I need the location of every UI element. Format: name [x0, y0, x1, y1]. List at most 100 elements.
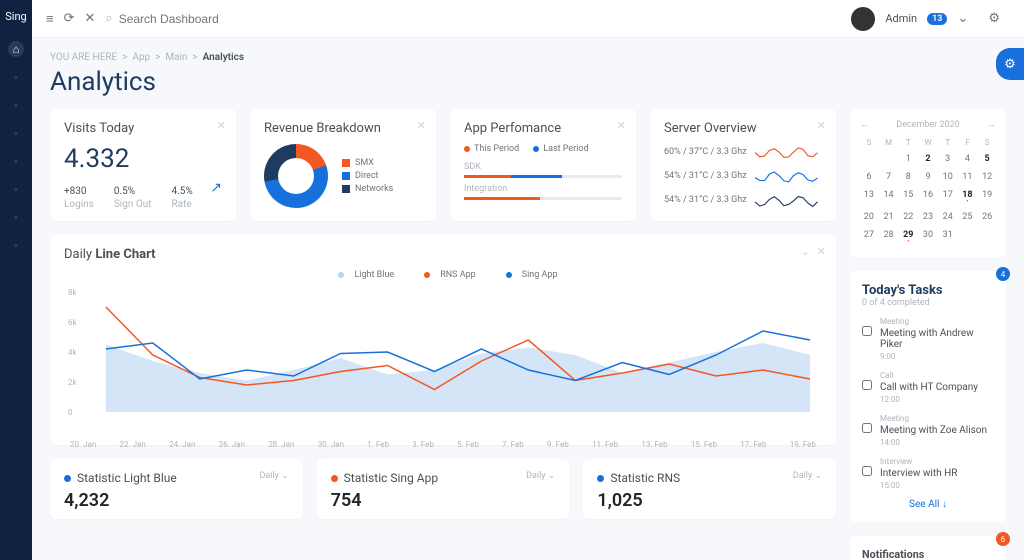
- nav-send-icon[interactable]: ◦: [8, 209, 24, 225]
- cal-day[interactable]: 22: [899, 209, 917, 225]
- notif-badge: 6: [996, 532, 1010, 546]
- cal-day[interactable]: 26: [978, 209, 996, 225]
- avatar[interactable]: [851, 7, 875, 31]
- search-input[interactable]: [119, 12, 319, 26]
- breadcrumb: YOU ARE HERE > App > Main > Analytics: [50, 52, 1006, 63]
- logo: Sing: [5, 10, 26, 23]
- visits-value: 4.332: [64, 144, 222, 174]
- close-icon[interactable]: ✕: [617, 119, 626, 132]
- period-select[interactable]: Daily ⌄: [526, 471, 555, 481]
- card-tasks: 4 Today's Tasks 0 of 4 completed Meeting…: [850, 271, 1006, 522]
- cal-day[interactable]: [880, 151, 898, 167]
- svg-text:8k: 8k: [68, 288, 77, 297]
- cal-day[interactable]: 19: [978, 187, 996, 207]
- cal-day[interactable]: 11: [959, 169, 977, 185]
- cal-day[interactable]: [959, 227, 977, 247]
- close-icon[interactable]: ✕: [217, 119, 226, 132]
- chevron-down-icon[interactable]: ⌄: [957, 11, 968, 26]
- cal-day[interactable]: 24: [939, 209, 957, 225]
- cal-day[interactable]: [860, 151, 878, 167]
- cal-day[interactable]: 31: [939, 227, 957, 247]
- nav-group-icon[interactable]: ◦: [8, 97, 24, 113]
- page-title: Analytics: [50, 67, 1006, 97]
- cal-day[interactable]: 29: [899, 227, 917, 247]
- user-badge: 13: [927, 13, 947, 25]
- cal-day[interactable]: 15: [899, 187, 917, 207]
- close-icon[interactable]: ✕: [85, 11, 96, 26]
- menu-icon[interactable]: ≡: [46, 11, 54, 27]
- cal-day[interactable]: 1: [899, 151, 917, 167]
- cal-day[interactable]: 12: [978, 169, 996, 185]
- stat-card: Daily ⌄Statistic Light Blue4,232: [50, 459, 303, 519]
- cal-day[interactable]: 4: [959, 151, 977, 167]
- cal-day[interactable]: 8: [899, 169, 917, 185]
- svg-text:6k: 6k: [68, 318, 77, 327]
- task-checkbox[interactable]: [862, 326, 872, 336]
- cal-day[interactable]: 14: [880, 187, 898, 207]
- svg-text:4k: 4k: [68, 348, 77, 357]
- cal-day[interactable]: 23: [919, 209, 937, 225]
- cal-day[interactable]: 13: [860, 187, 878, 207]
- card-linechart: ⌄ ✕ Daily Daily Line ChartLine Chart Lig…: [50, 235, 836, 445]
- arrow-icon[interactable]: ↗: [210, 180, 222, 196]
- cal-day[interactable]: 21: [880, 209, 898, 225]
- card-performance: ✕ App Perfomance This PeriodLast Period …: [450, 109, 636, 221]
- close-icon[interactable]: ✕: [417, 119, 426, 132]
- collapse-icon[interactable]: ⌄: [801, 245, 810, 258]
- close-icon[interactable]: ✕: [817, 245, 826, 258]
- tasks-badge: 4: [996, 267, 1010, 281]
- task-checkbox[interactable]: [862, 466, 872, 476]
- cal-day[interactable]: 5: [978, 151, 996, 167]
- cal-day[interactable]: 25: [959, 209, 977, 225]
- cal-day[interactable]: 16: [919, 187, 937, 207]
- nav-ecommerce-icon[interactable]: ◦: [8, 125, 24, 141]
- cal-day[interactable]: 17: [939, 187, 957, 207]
- task-checkbox[interactable]: [862, 380, 872, 390]
- cal-day[interactable]: 28: [880, 227, 898, 247]
- topbar: ≡ ⟳ ✕ ⌕ Admin 13 ⌄ ⚙: [32, 0, 1024, 38]
- sidebar: Sing ⌂ ◦ ◦ ◦ ◦ ◦ ◦ ◦: [0, 0, 32, 560]
- cal-day[interactable]: 10: [939, 169, 957, 185]
- stat-card: Daily ⌄Statistic RNS1,025: [583, 459, 836, 519]
- cal-next-icon[interactable]: →: [987, 119, 996, 130]
- card-revenue: ✕ Revenue Breakdown SMXDirectNetworks: [250, 109, 436, 221]
- cal-day[interactable]: 9: [919, 169, 937, 185]
- task-item: MeetingMeeting with Zoe Alison14:00: [862, 413, 994, 448]
- search-icon: ⌕: [105, 11, 112, 26]
- search-box: ⌕: [105, 11, 851, 26]
- close-icon[interactable]: ✕: [817, 119, 826, 132]
- cal-day[interactable]: 3: [939, 151, 957, 167]
- see-all-link[interactable]: See All ↓: [862, 499, 994, 510]
- cal-day[interactable]: 30: [919, 227, 937, 247]
- cal-day[interactable]: [978, 227, 996, 247]
- stat-card: Daily ⌄Statistic Sing App754: [317, 459, 570, 519]
- svg-text:2k: 2k: [68, 378, 77, 387]
- settings-icon[interactable]: ⚙: [988, 11, 1000, 26]
- nav-doc-icon[interactable]: ◦: [8, 237, 24, 253]
- task-item: MeetingMeeting with Andrew Piker9:00: [862, 316, 994, 362]
- nav-user-icon[interactable]: ◦: [8, 69, 24, 85]
- nav-list-icon[interactable]: ◦: [8, 181, 24, 197]
- nav-gem-icon[interactable]: ◦: [8, 153, 24, 169]
- task-item: CallCall with HT Company12:00: [862, 370, 994, 405]
- cal-month: December 2020: [896, 120, 959, 130]
- period-select[interactable]: Daily ⌄: [259, 471, 288, 481]
- calendar: ← December 2020 → SMTWTFS123456789101112…: [850, 109, 1006, 257]
- cal-day[interactable]: 27: [860, 227, 878, 247]
- cal-day[interactable]: 18: [959, 187, 977, 207]
- cal-day[interactable]: 7: [880, 169, 898, 185]
- cal-day[interactable]: 2: [919, 151, 937, 167]
- nav-home-icon[interactable]: ⌂: [8, 41, 24, 57]
- refresh-icon[interactable]: ⟳: [64, 11, 75, 26]
- donut-chart: [264, 144, 328, 208]
- task-item: InterviewInterview with HR15:00: [862, 456, 994, 491]
- cal-day[interactable]: 6: [860, 169, 878, 185]
- cal-day[interactable]: 20: [860, 209, 878, 225]
- card-server: ✕ Server Overview 60% / 37°C / 3.3 Ghz54…: [650, 109, 836, 221]
- user-name: Admin: [885, 12, 917, 25]
- task-checkbox[interactable]: [862, 423, 872, 433]
- card-visits: ✕ Visits Today 4.332 ↗ +830Logins0.5%Sig…: [50, 109, 236, 221]
- cal-prev-icon[interactable]: ←: [860, 119, 869, 130]
- period-select[interactable]: Daily ⌄: [793, 471, 822, 481]
- card-notifications: 6 Notifications: [850, 536, 1006, 560]
